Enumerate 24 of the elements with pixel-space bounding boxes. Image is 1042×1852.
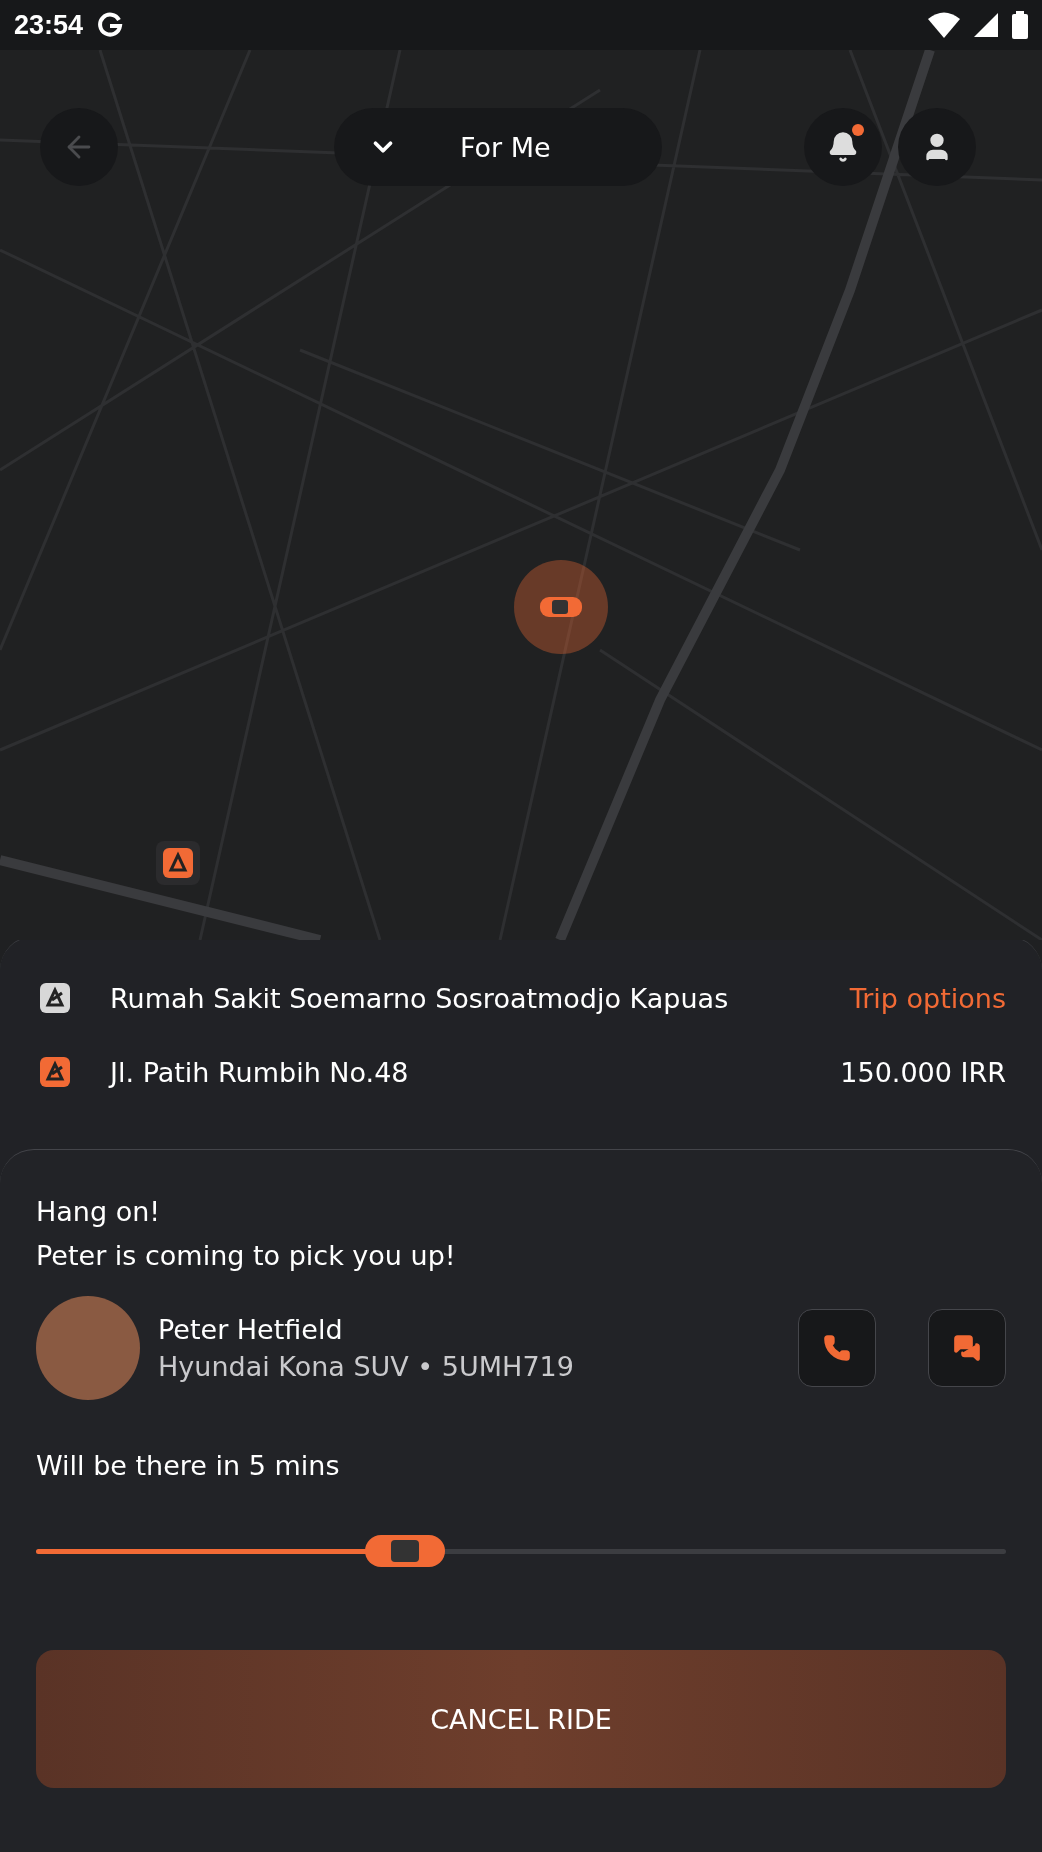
phone-icon	[823, 1334, 851, 1362]
vehicle-info: Hyundai Kona SUV • 5UMH719	[158, 1351, 575, 1382]
signal-icon	[974, 13, 998, 37]
bell-icon	[827, 131, 859, 163]
status-message: Peter is coming to pick you up!	[36, 1239, 457, 1273]
call-button[interactable]	[798, 1309, 876, 1387]
trip-options-link[interactable]: Trip options	[849, 982, 1006, 1014]
g-logo-icon	[97, 12, 124, 38]
destination-pin-icon	[156, 841, 200, 885]
location-logo-icon	[40, 983, 70, 1013]
status-time: 23:54	[14, 9, 84, 41]
passenger-selector[interactable]: For Me	[334, 108, 662, 186]
status-message: Hang on!	[36, 1195, 162, 1229]
location-logo-icon	[40, 1057, 70, 1087]
driver-name: Peter Hetfield	[158, 1314, 344, 1345]
cancel-ride-button[interactable]: CANCEL RIDE	[36, 1650, 1006, 1788]
eta-text: Will be there in 5 mins	[36, 1450, 341, 1481]
chat-button[interactable]	[928, 1309, 1006, 1387]
destination-address: Jl. Patih Rumbih No.48	[110, 1056, 410, 1088]
trip-price: 150.000 IRR	[840, 1056, 1006, 1088]
wifi-icon	[928, 12, 960, 38]
battery-icon	[1012, 11, 1028, 39]
chat-icon	[953, 1334, 981, 1362]
pickup-address: Rumah Sakit Soemarno Sosroatmodjo Kapuas	[110, 982, 730, 1014]
